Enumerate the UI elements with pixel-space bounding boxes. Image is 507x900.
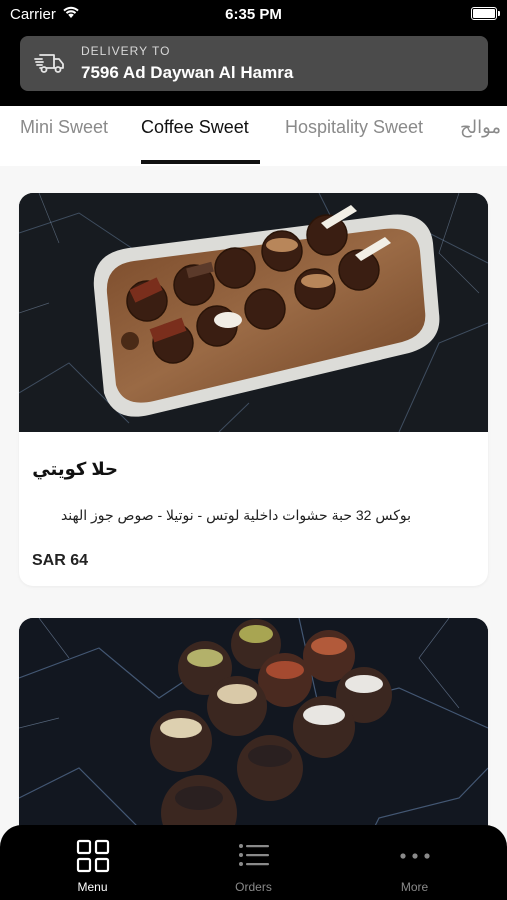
delivery-label: DELIVERY TO xyxy=(81,44,171,58)
status-bar: Carrier 6:35 PM xyxy=(0,0,507,28)
delivery-truck-icon xyxy=(34,51,66,80)
nav-more-label: More xyxy=(400,880,429,894)
grid-icon xyxy=(76,839,110,873)
delivery-address-button[interactable]: DELIVERY TO 7596 Ad Daywan Al Hamra xyxy=(20,36,488,91)
active-tab-indicator xyxy=(141,160,260,164)
tab-hospitality-sweet[interactable]: Hospitality Sweet xyxy=(285,117,423,138)
nav-orders-label: Orders xyxy=(235,880,272,894)
top-header: Carrier 6:35 PM DELIVERY TO 7596 Ad Dayw… xyxy=(0,0,507,106)
bottom-navigation: Menu Orders More xyxy=(0,825,507,900)
product-name: حلا كويتي xyxy=(32,459,118,479)
tab-mawaleh[interactable]: موالح xyxy=(460,117,501,138)
nav-menu-label: Menu xyxy=(77,880,108,894)
status-time: 6:35 PM xyxy=(225,6,282,23)
app-screen: Carrier 6:35 PM DELIVERY TO 7596 Ad Dayw… xyxy=(0,0,507,900)
nav-menu[interactable]: Menu xyxy=(8,825,177,900)
more-dots-icon xyxy=(398,839,432,873)
product-card[interactable]: حلا كويتي بوكس 32 حبة حشوات داخلية لوتس … xyxy=(19,193,488,586)
delivery-address: 7596 Ad Daywan Al Hamra xyxy=(81,63,294,82)
nav-orders[interactable]: Orders xyxy=(169,825,338,900)
product-description: بوكس 32 حبة حشوات داخلية لوتس - نوتيلا -… xyxy=(60,507,411,523)
list-icon xyxy=(237,839,271,873)
tab-coffee-sweet[interactable]: Coffee Sweet xyxy=(141,117,249,138)
category-tabs: Mini Sweet Coffee Sweet Hospitality Swee… xyxy=(0,106,507,166)
tab-mini-sweet[interactable]: Mini Sweet xyxy=(20,117,108,138)
product-price: SAR 64 xyxy=(32,552,89,569)
battery-icon xyxy=(471,7,500,20)
product-image xyxy=(19,193,488,433)
nav-more[interactable]: More xyxy=(330,825,499,900)
